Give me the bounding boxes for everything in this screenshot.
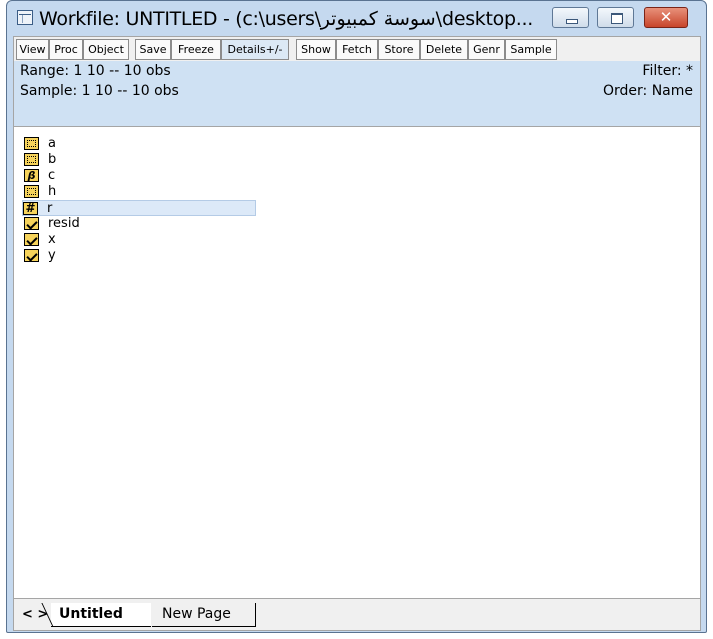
object-label: c [48,168,56,183]
object-label: a [48,136,56,151]
view-button[interactable]: View [16,39,49,60]
workfile-info-panel: Range: 1 10 -- 10 obs Filter: * Sample: … [13,61,701,127]
close-icon: ✕ [659,8,673,26]
matrix-icon [24,137,39,150]
coefficient-icon: β [24,169,39,182]
tab-new-page[interactable]: New Page [152,603,256,627]
workfile-toolbar: View Proc Object Save Freeze Details+/- … [13,36,701,62]
object-y[interactable]: y [24,248,256,264]
matrix-icon [24,185,39,198]
sample-button[interactable]: Sample [505,39,557,60]
object-c[interactable]: β c [24,168,256,184]
genr-button[interactable]: Genr [468,39,505,60]
object-a[interactable]: a [24,136,256,152]
object-label: resid [48,216,80,231]
title-bar[interactable]: Workfile: UNTITLED - (c:\users\سوسة كمبي… [7,1,706,37]
window-title: Workfile: UNTITLED - (c:\users\سوسة كمبي… [39,8,533,30]
object-b[interactable]: b [24,152,256,168]
page-tab-bar: < > Untitled New Page [13,599,701,631]
maximize-button[interactable] [597,7,634,28]
store-button[interactable]: Store [378,39,420,60]
object-x[interactable]: x [24,232,256,248]
object-label: b [48,152,57,167]
series-icon [24,217,39,230]
workfile-window: Workfile: UNTITLED - (c:\users\سوسة كمبي… [6,0,707,633]
minimize-button[interactable] [552,7,589,28]
minimize-icon [566,19,578,24]
object-r[interactable]: # r [22,200,256,216]
range-text[interactable]: Range: 1 10 -- 10 obs [20,63,171,79]
object-label: r [47,201,53,216]
object-list: a b β c h # r resid x y [13,127,701,599]
sample-text[interactable]: Sample: 1 10 -- 10 obs [20,83,179,99]
freeze-button[interactable]: Freeze [171,39,221,60]
close-button[interactable]: ✕ [644,7,688,28]
order-text[interactable]: Order: Name [603,83,693,99]
delete-button[interactable]: Delete [420,39,468,60]
scalar-icon: # [23,202,38,215]
filter-text[interactable]: Filter: * [642,63,693,79]
details-button[interactable]: Details+/- [221,39,289,60]
proc-button[interactable]: Proc [49,39,83,60]
maximize-icon [611,13,623,24]
fetch-button[interactable]: Fetch [336,39,378,60]
series-icon [24,233,39,246]
tab-untitled[interactable]: Untitled [51,603,151,627]
workfile-icon [17,10,33,25]
show-button[interactable]: Show [296,39,336,60]
save-button[interactable]: Save [135,39,171,60]
object-label: y [48,248,56,263]
matrix-icon [24,153,39,166]
series-icon [24,249,39,262]
object-label: x [48,232,56,247]
object-h[interactable]: h [24,184,256,200]
object-label: h [48,184,57,199]
object-button[interactable]: Object [83,39,129,60]
object-resid[interactable]: resid [24,216,256,232]
